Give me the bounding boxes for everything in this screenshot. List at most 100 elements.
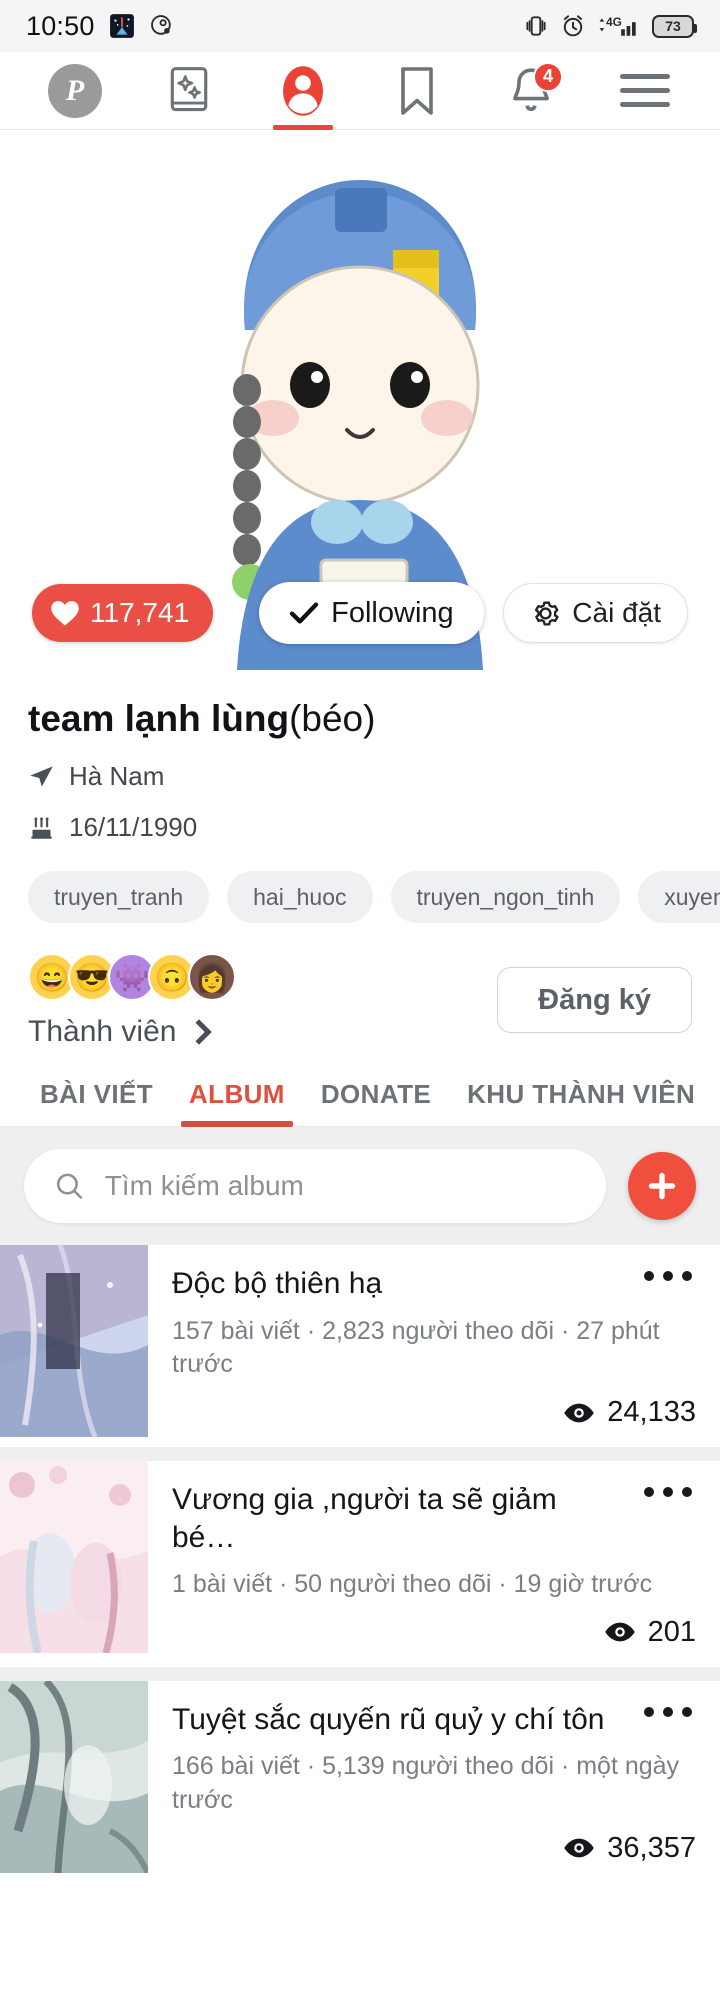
status-bar-left: 10:50 — [26, 11, 175, 42]
alarm-icon — [563, 15, 583, 37]
profile-location-row: Hà Nam — [28, 761, 692, 792]
album-title: Độc bộ thiên hạ — [172, 1267, 383, 1301]
album-meta: 157 bài viết · 2,823 người theo dõi · 27… — [172, 1316, 660, 1379]
gear-icon — [535, 600, 559, 626]
members-label: Thành viên — [28, 1015, 177, 1049]
album-more-options-button[interactable] — [644, 1487, 692, 1498]
register-button[interactable]: Đăng ký — [497, 967, 692, 1034]
svg-text:4G: 4G — [606, 15, 622, 29]
members-link[interactable]: Thành viên — [28, 1015, 236, 1049]
profile-name: team lạnh lùng — [28, 698, 290, 739]
album-cover-art — [0, 1245, 148, 1439]
album-list-item[interactable]: Độc bộ thiên hạ 157 bài viết · 2,823 ngư… — [0, 1245, 720, 1448]
album-views: 24,133 — [563, 1382, 696, 1429]
add-album-button[interactable] — [628, 1152, 696, 1221]
tab-album[interactable]: ALBUM — [171, 1079, 303, 1128]
avatar: 👩 — [188, 953, 236, 1002]
status-time: 10:50 — [26, 10, 95, 41]
battery-indicator: 73 — [652, 14, 697, 38]
tag-chip[interactable]: xuyen_khong — [638, 871, 720, 924]
nav-magic-book[interactable] — [153, 60, 225, 122]
tab-bai-viet[interactable]: BÀI VIẾT — [22, 1079, 171, 1126]
profile-name-suffix: (béo) — [289, 698, 376, 739]
top-navigation-bar: P 4 — [0, 52, 720, 130]
eye-icon — [604, 1623, 635, 1642]
magic-book-icon — [170, 66, 208, 111]
fireworks-app-icon — [109, 14, 134, 38]
settings-label: Cài đặt — [572, 597, 661, 628]
profile-birthday: 16/11/1990 — [69, 812, 198, 843]
profile-location: Hà Nam — [69, 761, 165, 792]
camera-mode-icon — [150, 15, 171, 35]
chevron-right-icon — [186, 1019, 213, 1045]
status-bar-right: 4G 73 — [523, 13, 697, 39]
members-left: 😄 😎 👾 🙃 👩 Thành viên — [28, 953, 236, 1049]
cake-icon — [31, 817, 52, 839]
profile-cover: 117,741 Following Cài đặt — [0, 130, 720, 670]
album-view-count: 36,357 — [607, 1831, 696, 1864]
following-button[interactable]: Following — [259, 582, 484, 644]
eye-icon — [564, 1839, 594, 1858]
tag-chip[interactable]: truyen_tranh — [28, 871, 210, 924]
tab-donate[interactable]: DONATE — [303, 1079, 449, 1126]
member-avatar-stack[interactable]: 😄 😎 👾 🙃 👩 — [28, 953, 236, 1002]
members-section: 😄 😎 👾 🙃 👩 Thành viên Đăng ký — [0, 927, 720, 1049]
app-screen: 10:50 4G 73 P 4 117,741 Following Cài đặ… — [0, 0, 720, 2000]
album-list: Độc bộ thiên hạ 157 bài viết · 2,823 ngư… — [0, 1245, 720, 1883]
album-body: Vương gia ,người ta sẽ giảm bé… 1 bài vi… — [148, 1461, 720, 1667]
notification-badge: 4 — [533, 61, 563, 92]
eye-icon — [564, 1403, 594, 1422]
content-tabs: BÀI VIẾT ALBUM DONATE KHU THÀNH VIÊN — [0, 1079, 720, 1128]
album-views: 201 — [604, 1602, 696, 1649]
nav-profile-avatar[interactable]: P — [39, 60, 111, 122]
settings-button[interactable]: Cài đặt — [503, 583, 688, 643]
nav-menu[interactable] — [609, 60, 681, 122]
avatar: P — [48, 63, 102, 118]
nav-user-profile[interactable] — [267, 60, 339, 130]
album-title: Tuyệt sắc quyến rũ quỷ y chí tôn — [172, 1702, 605, 1736]
album-cover-art — [0, 1680, 148, 1875]
nav-notifications[interactable]: 4 — [495, 60, 567, 122]
bookmark-icon — [401, 66, 433, 115]
album-thumbnail — [0, 1245, 148, 1447]
album-list-item[interactable]: Vương gia ,người ta sẽ giảm bé… 1 bài vi… — [0, 1461, 720, 1667]
album-thumbnail — [0, 1680, 148, 1883]
likes-count: 117,741 — [90, 597, 190, 628]
page-title: team lạnh lùng(béo) — [28, 696, 692, 741]
album-more-options-button[interactable] — [644, 1271, 692, 1282]
search-box[interactable] — [24, 1149, 606, 1224]
profile-info: team lạnh lùng(béo) Hà Nam 16/11/1990 — [0, 670, 720, 843]
4g-signal-icon: 4G — [599, 15, 636, 36]
menu-icon — [620, 74, 670, 107]
album-meta: 166 bài viết · 5,139 người theo dõi · mộ… — [172, 1752, 680, 1815]
album-thumbnail — [0, 1461, 148, 1667]
album-cover-art — [0, 1461, 148, 1655]
album-body: Tuyệt sắc quyến rũ quỷ y chí tôn 166 bài… — [148, 1681, 720, 1883]
album-body: Độc bộ thiên hạ 157 bài viết · 2,823 ngư… — [148, 1245, 720, 1447]
search-input[interactable] — [104, 1170, 576, 1203]
tag-chip[interactable]: truyen_ngon_tinh — [390, 871, 621, 924]
tag-chip[interactable]: hai_huoc — [227, 871, 373, 924]
vibrate-icon — [526, 16, 546, 36]
album-list-item[interactable]: Tuyệt sắc quyến rũ quỷ y chí tôn 166 bài… — [0, 1680, 720, 1883]
profile-birthday-row: 16/11/1990 — [28, 812, 692, 843]
check-icon — [289, 602, 319, 624]
search-icon — [56, 1173, 83, 1199]
album-meta: 1 bài viết · 50 người theo dõi · 19 giờ … — [172, 1570, 653, 1599]
album-view-count: 24,133 — [607, 1396, 696, 1429]
album-view-count: 201 — [647, 1615, 696, 1648]
album-views: 36,357 — [563, 1818, 696, 1865]
likes-button[interactable]: 117,741 — [32, 584, 214, 642]
album-search-bar — [0, 1127, 720, 1246]
album-title: Vương gia ,người ta sẽ giảm bé… — [172, 1483, 557, 1554]
album-more-options-button[interactable] — [644, 1706, 692, 1717]
profile-action-row: 117,741 Following Cài đặt — [0, 582, 720, 644]
following-label: Following — [331, 596, 454, 629]
tab-khu-thanh-vien[interactable]: KHU THÀNH VIÊN — [449, 1079, 713, 1126]
status-bar: 10:50 4G 73 — [0, 0, 720, 52]
battery-level: 73 — [665, 18, 681, 34]
plus-icon — [648, 1172, 676, 1200]
heart-icon — [51, 601, 79, 626]
location-send-icon — [30, 766, 53, 787]
nav-bookmark[interactable] — [381, 60, 453, 122]
